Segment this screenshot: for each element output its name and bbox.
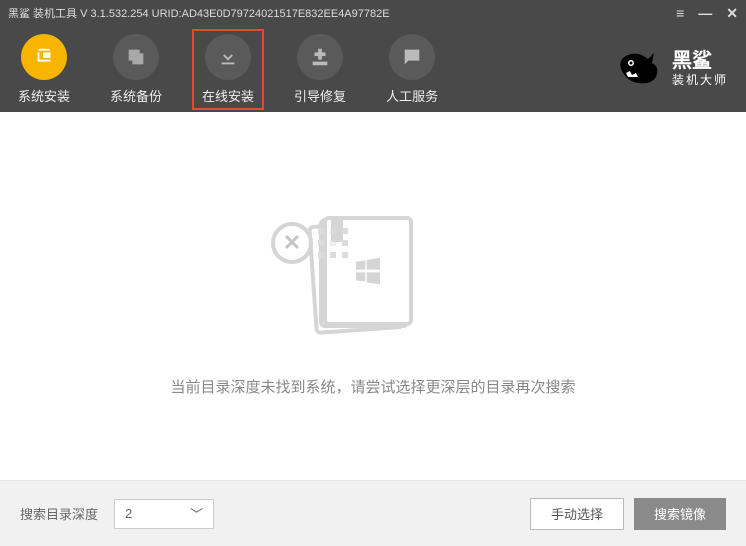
install-icon (21, 34, 67, 80)
titlebar-text: 黑鲨 装机工具 V 3.1.532.254 URID:AD43E0D797240… (8, 5, 676, 21)
tool-system-install[interactable]: 系统安装 (18, 34, 70, 105)
main-content: ✕ 当前目录深度未找到系统，请尝试选择更深层的目录再次搜索 (0, 112, 746, 480)
tool-manual-service[interactable]: 人工服务 (386, 34, 438, 105)
empty-state-illustration: ✕ (283, 196, 463, 346)
tool-online-install[interactable]: 在线安装 (192, 29, 264, 110)
shark-icon (616, 49, 664, 89)
repair-icon (297, 34, 343, 80)
footer: 搜索目录深度 2 ﹀ 手动选择 搜索镜像 (0, 480, 746, 546)
tool-boot-repair[interactable]: 引导修复 (294, 34, 346, 105)
brand-logo: 黑鲨 装机大师 (616, 49, 728, 89)
depth-value: 2 (125, 506, 132, 521)
chevron-down-icon: ﹀ (190, 504, 203, 523)
depth-label: 搜索目录深度 (20, 504, 98, 523)
search-image-button[interactable]: 搜索镜像 (634, 498, 726, 530)
brand-sub: 装机大师 (672, 71, 728, 88)
chat-icon (389, 34, 435, 80)
backup-icon (113, 34, 159, 80)
error-x-icon: ✕ (271, 222, 313, 264)
brand-main: 黑鲨 (672, 51, 728, 71)
decorative-dots (318, 228, 348, 258)
toolbar: 系统安装 系统备份 在线安装 引导修复 人工服务 黑鲨 装机大师 (0, 26, 746, 112)
empty-state-message: 当前目录深度未找到系统，请尝试选择更深层的目录再次搜索 (170, 376, 575, 397)
menu-icon[interactable]: ≡ (676, 5, 684, 22)
close-icon[interactable]: ✕ (726, 5, 738, 22)
windows-icon (352, 255, 384, 287)
manual-select-button[interactable]: 手动选择 (530, 498, 624, 530)
tool-label: 引导修复 (294, 86, 346, 105)
tool-label: 系统安装 (18, 86, 70, 105)
titlebar-controls: ≡ — ✕ (676, 5, 738, 22)
tool-label: 在线安装 (202, 86, 254, 105)
depth-select[interactable]: 2 ﹀ (114, 499, 214, 529)
tool-system-backup[interactable]: 系统备份 (110, 34, 162, 105)
tool-label: 人工服务 (386, 86, 438, 105)
download-icon (205, 34, 251, 80)
titlebar: 黑鲨 装机工具 V 3.1.532.254 URID:AD43E0D797240… (0, 0, 746, 26)
tool-label: 系统备份 (110, 86, 162, 105)
minimize-icon[interactable]: — (698, 5, 712, 22)
